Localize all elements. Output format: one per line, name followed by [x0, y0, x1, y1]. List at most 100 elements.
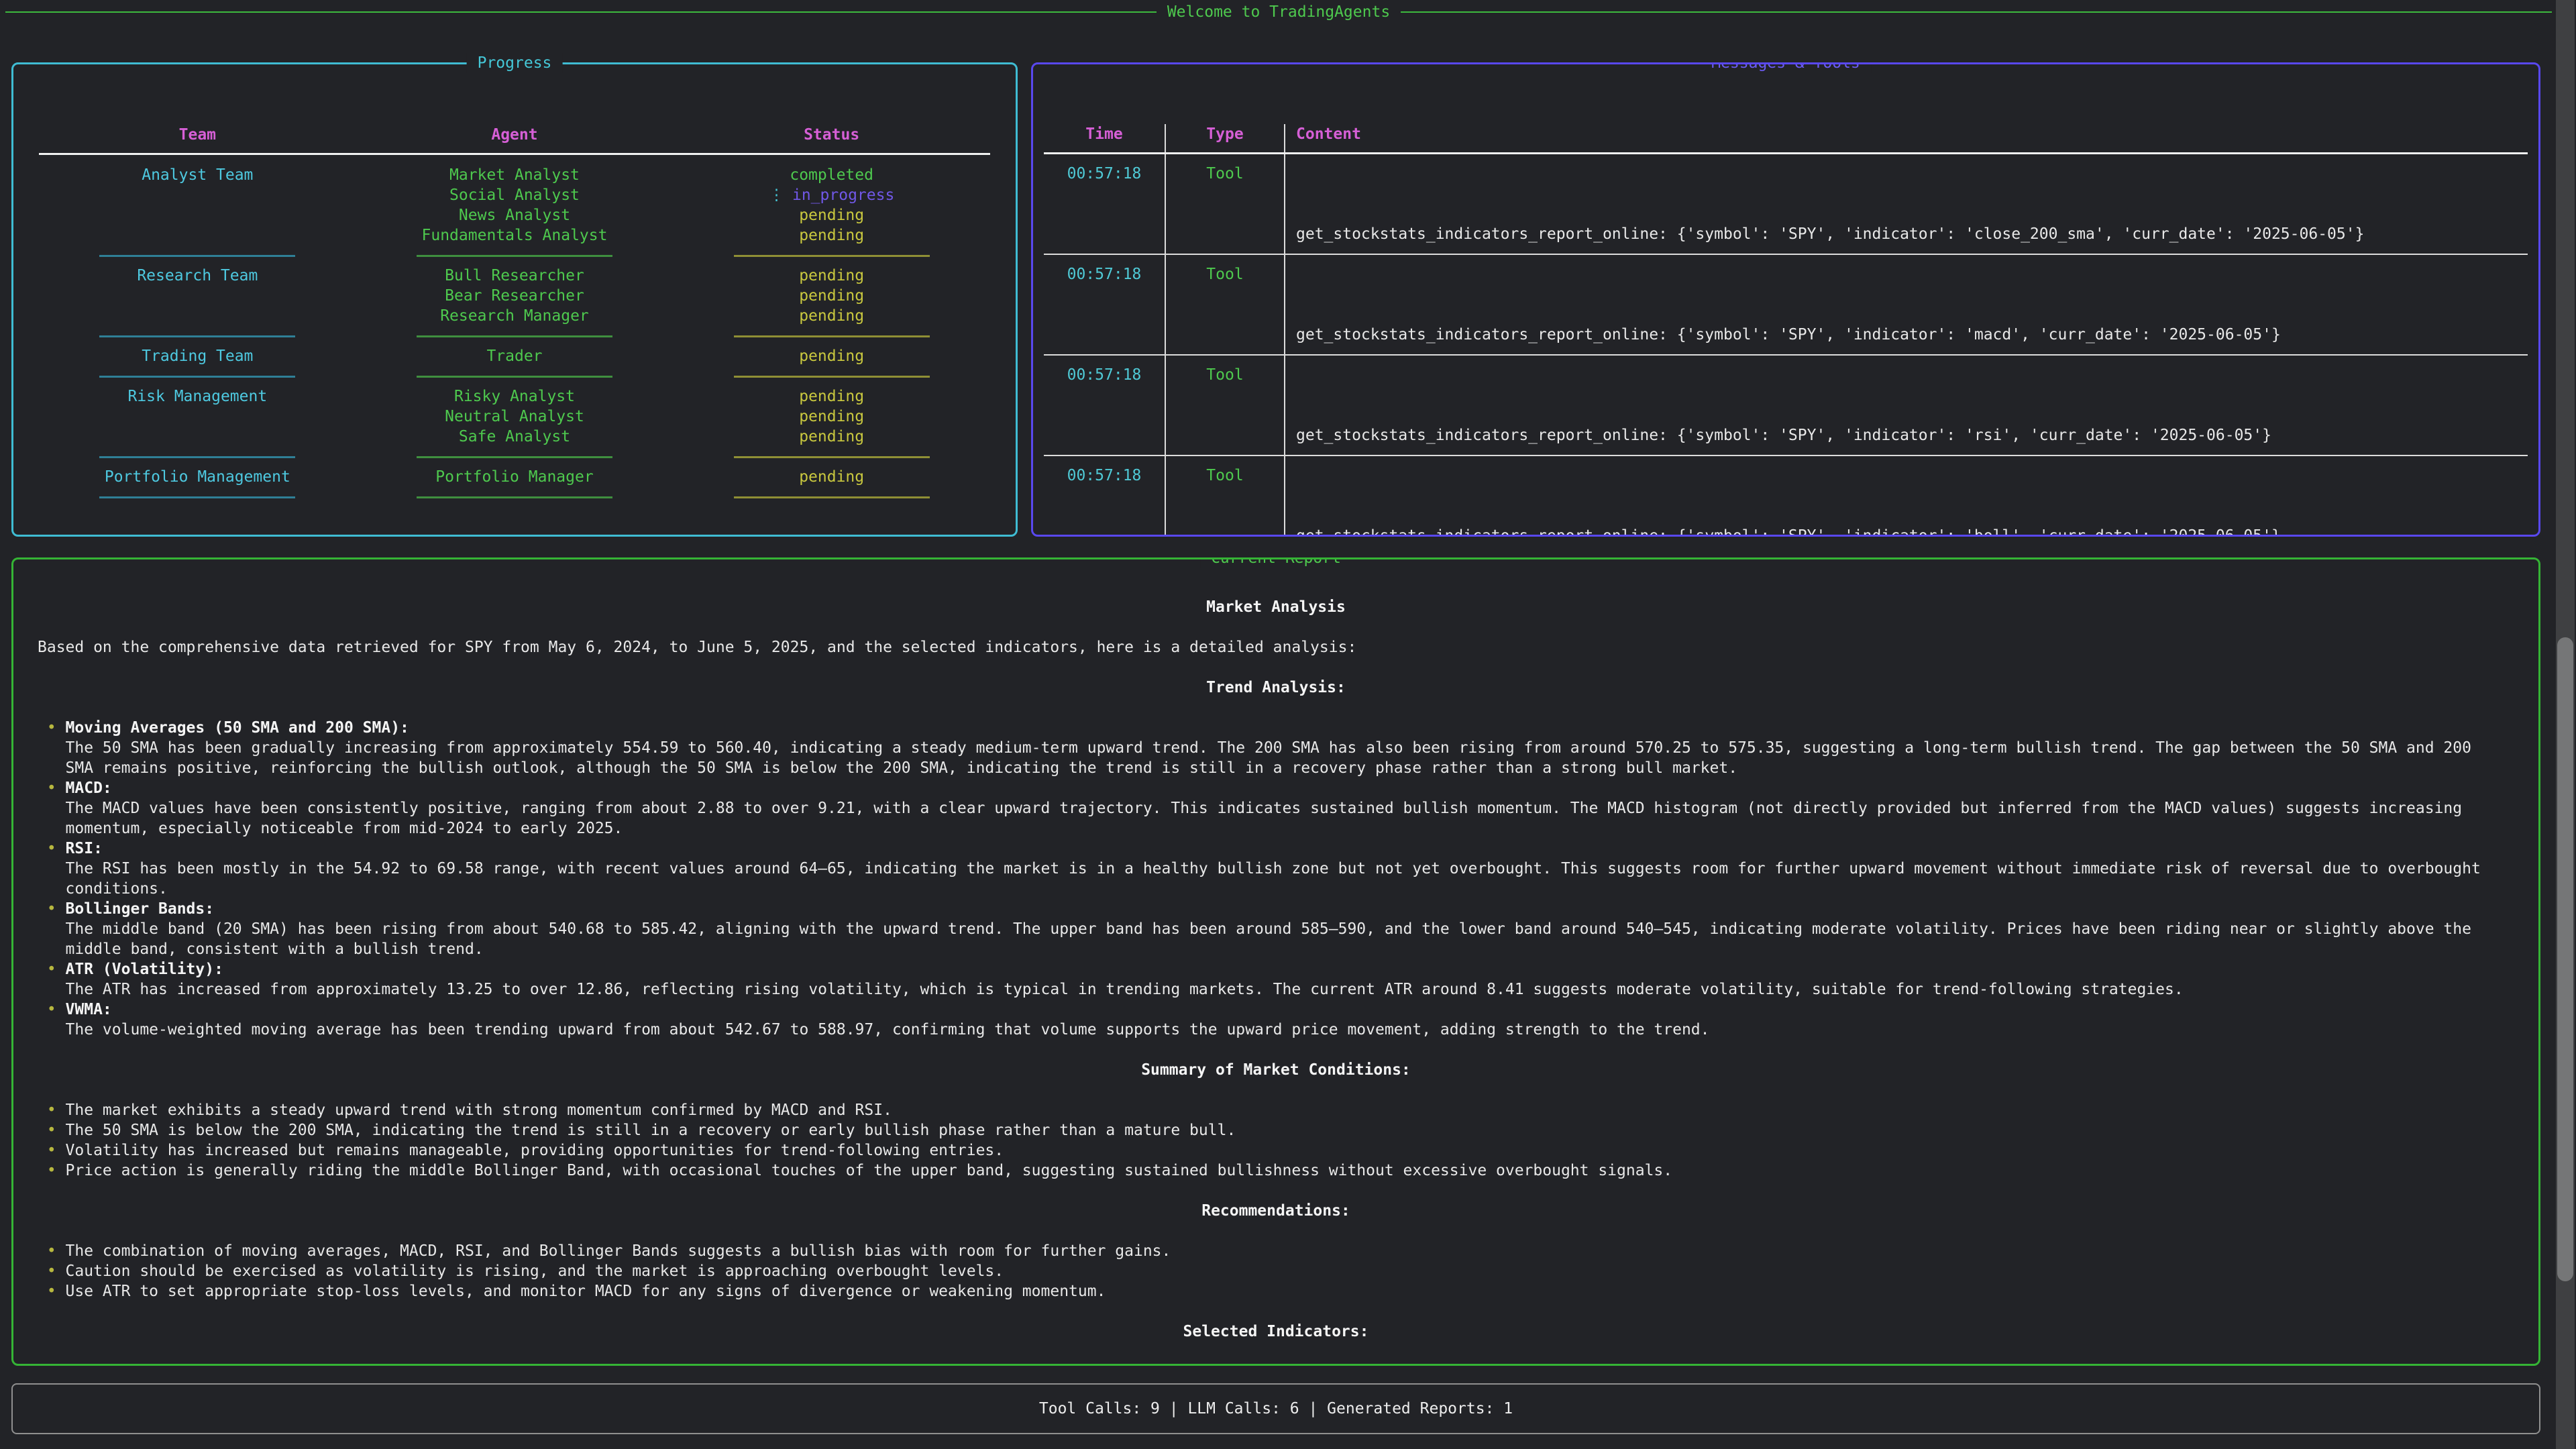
stats-footer: Tool Calls: 9 | LLM Calls: 6 | Generated…: [11, 1383, 2540, 1434]
progress-row: Research Team Bull Researcher pending: [39, 266, 990, 286]
agent-name: Neutral Analyst: [356, 407, 674, 427]
report-text: Selected Indicators:: [1183, 1323, 1369, 1340]
team-group: Research Team Bull Researcher pending Be…: [39, 266, 990, 346]
divider-line: [734, 496, 930, 507]
report-text: Bollinger Bands:: [66, 900, 215, 918]
progress-row: Neutral Analyst pending: [39, 407, 990, 427]
team-name: [39, 286, 356, 306]
divider-line: [417, 496, 612, 507]
status-badge: pending: [799, 207, 864, 224]
messages-panel-title: Messages & Tools: [1701, 62, 1871, 73]
message-time: 00:57:18: [1044, 456, 1165, 537]
status-badge: pending: [799, 428, 864, 445]
divider-line: [417, 456, 612, 467]
divider-line: [734, 376, 930, 386]
report-text: Summary of Market Conditions:: [1141, 1061, 1411, 1079]
spinner-icon: ⋮: [769, 186, 784, 204]
report-line: • The market exhibits a steady upward tr…: [38, 1100, 2514, 1120]
message-content-line: get_stockstats_indicators_report_online:…: [1296, 224, 2528, 244]
report-text: The 50 SMA has been gradually increasing…: [66, 739, 2471, 757]
bullet-icon: [38, 759, 66, 777]
progress-row: Social Analyst ⋮in_progress: [39, 185, 990, 205]
message-type: Tool: [1165, 456, 1285, 537]
report-line: SMA remains positive, reinforcing the bu…: [38, 758, 2514, 778]
report-line: Based on the comprehensive data retrieve…: [38, 637, 2514, 657]
message-time: 00:57:18: [1044, 154, 1165, 254]
divider-line: [417, 335, 612, 346]
report-text: MACD:: [66, 780, 112, 797]
agent-name: Safe Analyst: [356, 427, 674, 447]
bullet-icon: [38, 739, 66, 757]
bullet-icon: •: [38, 1102, 66, 1119]
report-line: Market Analysis: [38, 597, 2514, 617]
progress-table-body: Analyst Team Market Analyst completed So…: [39, 165, 990, 507]
report-line: • Volatility has increased but remains m…: [38, 1140, 2514, 1161]
agent-status: ⋮in_progress: [673, 185, 990, 205]
agent-status: pending: [673, 306, 990, 326]
team-name: [39, 306, 356, 326]
bullet-icon: [38, 1021, 66, 1038]
report-line: • The 50 SMA is below the 200 SMA, indic…: [38, 1120, 2514, 1140]
report-text: Caution should be exercised as volatilit…: [66, 1263, 1004, 1280]
report-line: Selected Indicators:: [38, 1322, 2514, 1342]
agent-name: Bear Researcher: [356, 286, 674, 306]
column-header-type: Type: [1165, 124, 1285, 152]
message-row: 00:57:18 Tool get_stockstats_indicators_…: [1044, 154, 2528, 255]
report-text: The middle band (20 SMA) has been rising…: [66, 920, 2471, 938]
report-text: Recommendations:: [1201, 1202, 1350, 1220]
report-line: conditions.: [38, 879, 2514, 899]
progress-table-header: Team Agent Status: [39, 125, 990, 155]
report-line: momentum, especially noticeable from mid…: [38, 818, 2514, 839]
team-group: Risk Management Risky Analyst pending Ne…: [39, 386, 990, 467]
report-line: The RSI has been mostly in the 54.92 to …: [38, 859, 2514, 879]
divider-line: [734, 335, 930, 346]
message-content-line: get_stockstats_indicators_report_online:…: [1296, 526, 2528, 537]
status-badge: pending: [799, 307, 864, 325]
messages-table-body: 00:57:18 Tool get_stockstats_indicators_…: [1044, 154, 2528, 537]
team-name: [39, 407, 356, 427]
team-group: Analyst Team Market Analyst completed So…: [39, 165, 990, 266]
message-time: 00:57:18: [1044, 255, 1165, 354]
message-content-line: get_stockstats_indicators_report_online:…: [1296, 425, 2528, 445]
progress-row: Fundamentals Analyst pending: [39, 225, 990, 246]
message-content: get_stockstats_indicators_report_online:…: [1285, 255, 2528, 354]
report-text: middle band, consistent with a bullish t…: [66, 941, 484, 958]
status-badge: pending: [799, 408, 864, 425]
report-line: The ATR has increased from approximately…: [38, 979, 2514, 1000]
bullet-icon: •: [38, 780, 66, 797]
progress-panel: Progress Team Agent Status Analyst Team …: [11, 62, 1018, 537]
message-content: get_stockstats_indicators_report_online:…: [1285, 154, 2528, 254]
report-line: • Use ATR to set appropriate stop-loss l…: [38, 1281, 2514, 1301]
messages-panel: Messages & Tools Time Type Content 00:57…: [1031, 62, 2540, 537]
scrollbar-thumb[interactable]: [2557, 637, 2573, 1281]
agent-name: Fundamentals Analyst: [356, 225, 674, 246]
bullet-icon: [38, 981, 66, 998]
agent-name: Social Analyst: [356, 185, 674, 205]
agent-status: pending: [673, 346, 990, 366]
column-header-agent: Agent: [356, 125, 674, 145]
message-time: 00:57:18: [1044, 356, 1165, 455]
agent-status: pending: [673, 427, 990, 447]
report-text: Volatility has increased but remains man…: [66, 1142, 1004, 1159]
report-line: middle band, consistent with a bullish t…: [38, 939, 2514, 959]
report-text: RSI:: [66, 840, 103, 857]
progress-row: Risk Management Risky Analyst pending: [39, 386, 990, 407]
rule-line: [5, 11, 1157, 13]
divider-line: [417, 376, 612, 386]
team-name: Portfolio Management: [39, 467, 356, 487]
agent-name: Research Manager: [356, 306, 674, 326]
agent-status: pending: [673, 467, 990, 487]
message-row: 00:57:18 Tool get_stockstats_indicators_…: [1044, 456, 2528, 537]
report-text: Market Analysis: [1206, 598, 1346, 616]
divider-line: [734, 456, 930, 467]
agent-name: Bull Researcher: [356, 266, 674, 286]
report-line: • Caution should be exercised as volatil…: [38, 1261, 2514, 1281]
report-text: Moving Averages (50 SMA and 200 SMA):: [66, 719, 409, 737]
report-line: The MACD values have been consistently p…: [38, 798, 2514, 818]
report-panel-title: Current Report: [1200, 557, 1352, 568]
report-line: The volume-weighted moving average has b…: [38, 1020, 2514, 1040]
status-badge: completed: [790, 166, 873, 184]
team-name: Risk Management: [39, 386, 356, 407]
message-content-line: get_stockstats_indicators_report_online:…: [1296, 325, 2528, 345]
report-line: The 50 SMA has been gradually increasing…: [38, 738, 2514, 758]
